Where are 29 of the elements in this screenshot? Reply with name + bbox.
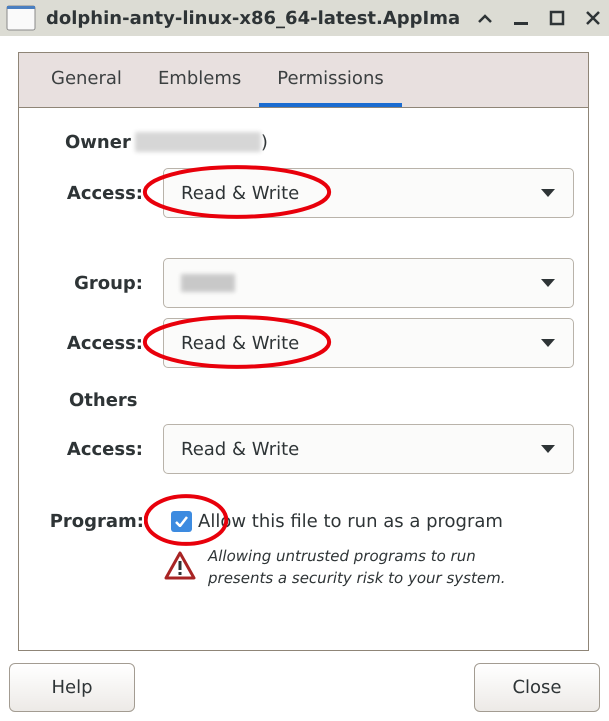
caret-icon: [541, 445, 555, 453]
maximize-icon[interactable]: [549, 10, 565, 26]
dropdown[interactable]: Read & Write: [163, 168, 574, 218]
dropdown[interactable]: Read & Write: [163, 424, 574, 474]
caret-icon: [541, 339, 555, 347]
warning-text: Allowing untrusted programs to run presents a security risk to your system.: [208, 546, 506, 589]
window-title: dolphin-anty-linux-x86_64-latest.AppIma: [46, 6, 460, 30]
dialog-button[interactable]: Help: [9, 663, 135, 712]
field-label: Access:: [66, 438, 143, 462]
caret-icon: [541, 189, 555, 197]
tab[interactable]: Emblems: [140, 53, 260, 107]
field-label: Access:: [66, 332, 143, 356]
check-icon: [175, 516, 188, 527]
warning-icon: [164, 551, 196, 581]
others-heading: Others: [69, 389, 138, 413]
checkbox[interactable]: [171, 511, 192, 532]
dialog-button[interactable]: Close: [474, 663, 600, 712]
owner-heading: Owner: [65, 130, 131, 154]
tab[interactable]: General: [33, 53, 140, 107]
chevron-up-icon[interactable]: [477, 12, 493, 24]
field-label: Program:: [48, 510, 144, 534]
field-label: Group:: [73, 272, 143, 296]
close-icon[interactable]: [585, 10, 601, 26]
dropdown[interactable]: Read & Write: [163, 318, 574, 368]
tab[interactable]: Permissions: [259, 53, 402, 107]
field-label: Access:: [66, 182, 143, 206]
owner-suffix: ): [260, 130, 268, 154]
caret-icon: [541, 279, 555, 287]
window-icon: [6, 5, 36, 31]
